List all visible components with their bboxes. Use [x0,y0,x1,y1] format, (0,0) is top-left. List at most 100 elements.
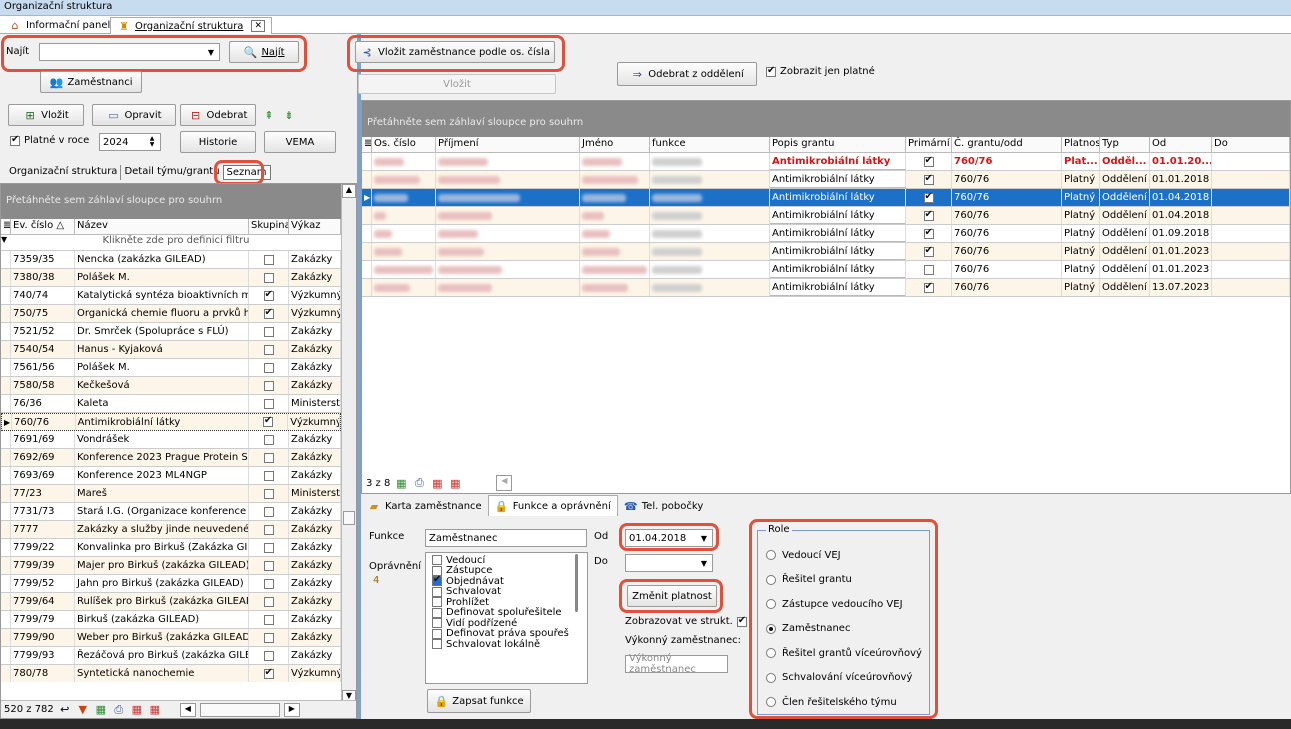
col-cislo-grantu[interactable]: Č. grantu/odd [952,137,1062,152]
role-option[interactable]: Řešitel grantů víceúrovňový [766,641,929,666]
permission-checkbox[interactable] [432,586,442,597]
group-checkbox[interactable] [263,560,274,571]
close-icon[interactable]: ✕ [251,20,265,32]
col-platnost[interactable]: Platnos [1062,137,1100,152]
table-row[interactable]: 7799/93 Řezáčová pro Birkuš (zakázka GILE… [1,647,341,665]
permission-item[interactable]: Definovat práva spouřeš [432,628,581,639]
table-row[interactable]: Antimikrobiální látky 760/76PlatnýOddělen… [362,243,1290,261]
scroll-left-icon[interactable]: ◀ [179,702,196,717]
stepper-arrows-icon[interactable]: ▲ ▼ [145,135,159,149]
table-row[interactable]: 780/78Syntetická nanochemie Výzkumný [1,665,341,682]
role-option[interactable]: Zástupce vedoucího VEJ [766,592,929,617]
excel-icon[interactable]: ▦ [394,476,408,490]
subtab-seznam[interactable]: Seznam [222,165,271,180]
group-checkbox[interactable] [263,289,274,301]
scroll-left-icon[interactable]: ◀ [496,475,513,491]
permission-checkbox[interactable] [432,607,442,618]
show-in-structure-toggle[interactable]: Zobrazovat ve strukt. [625,615,747,627]
permission-item[interactable]: Definovat spoluřešitele [432,607,581,618]
find-combobox[interactable]: ▼ [39,43,220,61]
permission-item[interactable]: Vidí podřízené [432,618,581,629]
permission-item[interactable]: Schvalovat [432,586,581,597]
table-row[interactable]: 7692/69 Konference 2023 Prague Protein Sp… [1,449,341,467]
valid-in-year-checkbox[interactable] [10,134,20,146]
group-checkbox[interactable] [262,415,273,427]
col-ev-cislo[interactable]: Ev. číslo △ [11,219,75,234]
col-od[interactable]: Od [1150,137,1212,152]
print-icon[interactable]: ⎙ [112,703,126,717]
group-by-area[interactable]: Přetáhněte sem záhlaví sloupce pro souhr… [1,184,356,219]
permission-checkbox[interactable] [432,628,442,639]
table-row[interactable]: 7799/39 Majer pro Birkuš (zakázka GILEAD)… [1,557,341,575]
tab-karta-zamestnance[interactable]: ▰ Karta zaměstnance [361,496,488,516]
grid-icon[interactable]: ▦ [130,703,144,717]
table-row[interactable]: Antimikrobiální látky 760/76PlatnýOddělen… [362,261,1290,279]
col-os-cislo[interactable]: Os. číslo [372,137,436,152]
grid-layout-icon[interactable]: ▦ [448,476,462,490]
group-checkbox[interactable] [263,506,274,517]
group-checkbox[interactable] [263,344,274,355]
permissions-list[interactable]: VedoucíZástupceObjednávatSchvalovatProhl… [425,552,588,684]
group-checkbox[interactable] [263,524,274,535]
grid-layout-icon[interactable]: ▦ [148,703,162,717]
table-row[interactable]: 77/23 Mareš Ministerstv [1,485,341,503]
role-option[interactable]: Vedoucí VEJ [766,543,929,568]
insert-by-number-button[interactable]: ⊰ Vložit zaměstnance podle os. čísla [355,41,555,63]
permission-checkbox[interactable] [432,597,442,608]
remove-from-department-button[interactable]: ⇒ Odebrat z oddělení [617,62,757,86]
group-checkbox[interactable] [263,614,274,625]
permission-checkbox[interactable] [432,639,442,650]
role-radio[interactable] [766,599,776,610]
group-checkbox[interactable] [263,307,274,319]
valid-in-year-toggle[interactable]: Platné v roce [10,134,89,146]
col-prijmeni[interactable]: Příjmení [436,137,580,152]
permission-item[interactable]: Objednávat [432,574,581,587]
group-checkbox[interactable] [263,362,274,373]
show-in-structure-checkbox[interactable] [736,615,747,627]
permission-checkbox[interactable] [432,618,442,629]
primary-checkbox[interactable] [923,155,934,167]
table-row[interactable]: 7693/69 Konference 2023 ML4NGP Zakázky [1,467,341,485]
grid-icon[interactable]: ▦ [430,476,444,490]
group-by-area[interactable]: Přetáhněte sem záhlaví sloupce pro souhr… [362,101,1290,137]
filter-icon[interactable]: ▼ [76,703,90,717]
role-option[interactable]: Zaměstnanec [766,617,929,642]
table-row[interactable]: 750/75 Organická chemie fluoru a prvků hl… [1,305,341,323]
group-checkbox[interactable] [263,272,274,283]
role-option[interactable]: Schvalování víceúrovňový [766,666,929,691]
subtab-team-detail[interactable]: Detail týmu/grantu [121,165,222,180]
table-row[interactable]: 76/36 Kaleta Ministerstv [1,395,341,413]
employees-button[interactable]: 👥 Zaměstnanci [40,71,142,93]
permission-item[interactable]: Prohlížet [432,597,581,608]
col-popis-grantu[interactable]: Popis grantu [770,137,906,152]
role-option[interactable]: Řešitel grantu [766,568,929,593]
primary-checkbox[interactable] [923,245,934,257]
year-stepper[interactable]: 2024 ▲ ▼ [99,133,161,151]
table-row[interactable]: 7731/73 Stará I.G. (Organizace konference… [1,503,341,521]
scroll-right-icon[interactable]: ▶ [283,702,300,717]
permission-item[interactable]: Zástupce [432,565,581,576]
table-row[interactable]: 7561/56 Polášek M. Zakázky [1,359,341,377]
remove-button[interactable]: ⊟ Odebrat [180,104,256,126]
table-row[interactable]: Antimikrobiální látky 760/76Plat...Odděl.… [362,153,1290,171]
table-row[interactable]: 7691/69 Vondrášek Zakázky [1,431,341,449]
table-row[interactable]: 7799/22 Konvalinka pro Birkuš (Zakázka GI… [1,539,341,557]
horizontal-scrollbar[interactable] [199,702,280,717]
chevron-down-icon[interactable]: ▼ [697,556,711,570]
table-row[interactable]: Antimikrobiální látky 760/76PlatnýOddělen… [362,225,1290,243]
table-row[interactable]: Antimikrobiální látky 760/76PlatnýOddělen… [362,171,1290,189]
table-row[interactable]: 7359/35 Nencka (zakázka GILEAD) Zakázky [1,251,341,269]
move-up-icon[interactable]: ⇞ [262,108,276,122]
table-row[interactable]: Antimikrobiální látky 760/76PlatnýOddělen… [362,279,1290,297]
write-function-button[interactable]: 🔒 Zapsat funkce [427,689,531,713]
insert-button[interactable]: ⊞ Vložit [8,104,84,126]
chevron-down-icon[interactable]: ▼ [697,531,711,545]
primary-checkbox[interactable] [923,173,934,185]
permission-checkbox[interactable] [432,574,442,587]
group-checkbox[interactable] [263,470,274,481]
col-jmeno[interactable]: Jméno [580,137,650,152]
table-row[interactable]: 7380/38 Polášek M. Zakázky [1,269,341,287]
to-date-picker[interactable]: ▼ [625,554,713,572]
role-radio[interactable] [766,574,776,585]
table-row[interactable]: 7540/54 Hanus - Kyjaková Zakázky [1,341,341,359]
